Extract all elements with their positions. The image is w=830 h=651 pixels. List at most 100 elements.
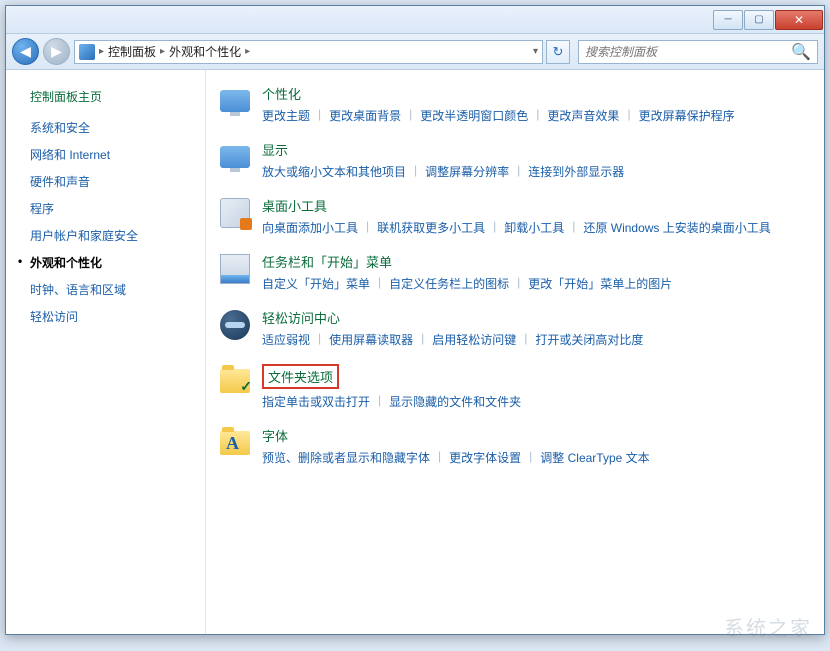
separator: | xyxy=(572,219,575,236)
separator: | xyxy=(378,393,381,410)
category-title[interactable]: 轻松访问中心 xyxy=(262,308,824,327)
separator: | xyxy=(318,107,321,124)
category-icon xyxy=(218,84,252,118)
category-body: 字体预览、删除或者显示和隐藏字体|更改字体设置|调整 ClearType 文本 xyxy=(262,426,824,466)
separator: | xyxy=(409,107,412,124)
category-link[interactable]: 还原 Windows 上安装的桌面小工具 xyxy=(583,219,770,236)
sidebar-home[interactable]: 控制面板主页 xyxy=(30,88,205,105)
category-links: 更改主题|更改桌面背景|更改半透明窗口颜色|更改声音效果|更改屏幕保护程序 xyxy=(262,107,824,124)
category-links: 放大或缩小文本和其他项目|调整屏幕分辨率|连接到外部显示器 xyxy=(262,163,824,180)
sidebar-item-1[interactable]: 网络和 Internet xyxy=(30,146,205,163)
separator: | xyxy=(517,275,520,292)
sidebar-item-0[interactable]: 系统和安全 xyxy=(30,119,205,136)
category-link[interactable]: 更改字体设置 xyxy=(449,449,521,466)
minimize-button[interactable]: ─ xyxy=(713,10,743,30)
category-icon xyxy=(218,140,252,174)
separator: | xyxy=(627,107,630,124)
category-link[interactable]: 自定义「开始」菜单 xyxy=(262,275,370,292)
category-link[interactable]: 打开或关闭高对比度 xyxy=(535,331,643,348)
titlebar: ─ ▢ ✕ xyxy=(6,6,824,34)
category-body: 任务栏和「开始」菜单自定义「开始」菜单 | 自定义任务栏上的图标 | 更改「开始」菜单上… xyxy=(262,252,824,292)
category-link[interactable]: 更改主题 xyxy=(262,107,310,124)
category-icon xyxy=(218,252,252,286)
address-bar[interactable]: ▸ 控制面板 ▸ 外观和个性化 ▸ ▾ xyxy=(74,40,543,64)
category-link[interactable]: 连接到外部显示器 xyxy=(528,163,624,180)
category-body: 显示放大或缩小文本和其他项目|调整屏幕分辨率|连接到外部显示器 xyxy=(262,140,824,180)
sidebar-item-4[interactable]: 用户帐户和家庭安全 xyxy=(30,227,205,244)
font-folder-icon xyxy=(220,431,250,455)
category-body: 桌面小工具向桌面添加小工具|联机获取更多小工具|卸载小工具|还原 Windows… xyxy=(262,196,824,236)
separator: | xyxy=(414,163,417,180)
close-button[interactable]: ✕ xyxy=(775,10,823,30)
category-link[interactable]: 启用轻松访问键 xyxy=(432,331,516,348)
separator: | xyxy=(493,219,496,236)
category-link[interactable]: 更改半透明窗口颜色 xyxy=(420,107,528,124)
search-bar[interactable]: 🔍 xyxy=(578,40,818,64)
category-link[interactable]: 更改桌面背景 xyxy=(329,107,401,124)
separator: | xyxy=(529,449,532,466)
category-links: 指定单击或双击打开 | 显示隐藏的文件和文件夹 xyxy=(262,393,824,410)
category-link[interactable]: 更改屏幕保护程序 xyxy=(639,107,735,124)
breadcrumb-current[interactable]: 外观和个性化 xyxy=(169,43,241,60)
taskbar-icon xyxy=(220,254,250,284)
separator: | xyxy=(421,331,424,348)
category-link[interactable]: 适应弱视 xyxy=(262,331,310,348)
category-link[interactable]: 放大或缩小文本和其他项目 xyxy=(262,163,406,180)
category-icon xyxy=(218,196,252,230)
category-5: 文件夹选项指定单击或双击打开 | 显示隐藏的文件和文件夹 xyxy=(218,364,824,410)
maximize-button[interactable]: ▢ xyxy=(744,10,774,30)
forward-button[interactable]: ▶ xyxy=(43,38,70,65)
separator: | xyxy=(524,331,527,348)
category-links: 自定义「开始」菜单 | 自定义任务栏上的图标 | 更改「开始」菜单上的图片 xyxy=(262,275,824,292)
sidebar-item-6[interactable]: 时钟、语言和区域 xyxy=(30,281,205,298)
category-6: 字体预览、删除或者显示和隐藏字体|更改字体设置|调整 ClearType 文本 xyxy=(218,426,824,466)
category-1: 显示放大或缩小文本和其他项目|调整屏幕分辨率|连接到外部显示器 xyxy=(218,140,824,180)
category-link[interactable]: 更改声音效果 xyxy=(547,107,619,124)
category-title[interactable]: 任务栏和「开始」菜单 xyxy=(262,252,824,271)
category-link[interactable]: 预览、删除或者显示和隐藏字体 xyxy=(262,449,430,466)
category-title[interactable]: 个性化 xyxy=(262,84,824,103)
chevron-icon: ▸ xyxy=(160,46,165,57)
breadcrumb-root[interactable]: 控制面板 xyxy=(108,43,156,60)
category-icon xyxy=(218,308,252,342)
category-title[interactable]: 桌面小工具 xyxy=(262,196,824,215)
sidebar: 控制面板主页 系统和安全网络和 Internet 硬件和声音程序用户帐户和家庭安全… xyxy=(6,70,206,634)
chevron-icon: ▸ xyxy=(245,46,250,57)
category-link[interactable]: 自定义任务栏上的图标 xyxy=(389,275,509,292)
control-panel-icon xyxy=(79,44,95,60)
back-button[interactable]: ◀ xyxy=(12,38,39,65)
category-link[interactable]: 指定单击或双击打开 xyxy=(262,393,370,410)
content-area: 控制面板主页 系统和安全网络和 Internet 硬件和声音程序用户帐户和家庭安全… xyxy=(6,70,824,634)
sidebar-item-7[interactable]: 轻松访问 xyxy=(30,308,205,325)
gadget-icon xyxy=(220,198,250,228)
category-link[interactable]: 联机获取更多小工具 xyxy=(377,219,485,236)
category-link[interactable]: 向桌面添加小工具 xyxy=(262,219,358,236)
category-title[interactable]: 字体 xyxy=(262,426,824,445)
sidebar-item-3[interactable]: 程序 xyxy=(30,200,205,217)
separator: | xyxy=(378,275,381,292)
sidebar-item-5[interactable]: 外观和个性化 xyxy=(30,254,205,271)
category-title[interactable]: 显示 xyxy=(262,140,824,159)
category-link[interactable]: 卸载小工具 xyxy=(504,219,564,236)
search-icon[interactable]: 🔍 xyxy=(791,42,811,62)
folder-options-icon xyxy=(220,369,250,393)
category-icon xyxy=(218,426,252,460)
category-body: 个性化更改主题|更改桌面背景|更改半透明窗口颜色|更改声音效果|更改屏幕保护程序 xyxy=(262,84,824,124)
category-link[interactable]: 更改「开始」菜单上的图片 xyxy=(528,275,672,292)
ease-of-access-icon xyxy=(220,310,250,340)
category-link[interactable]: 调整 ClearType 文本 xyxy=(540,449,649,466)
sidebar-item-2[interactable]: 硬件和声音 xyxy=(30,173,205,190)
search-input[interactable] xyxy=(585,45,791,59)
category-links: 适应弱视 | 使用屏幕读取器 | 启用轻松访问键 | 打开或关闭高对比度 xyxy=(262,331,824,348)
category-title[interactable]: 文件夹选项 xyxy=(262,364,824,393)
category-link[interactable]: 调整屏幕分辨率 xyxy=(425,163,509,180)
separator: | xyxy=(318,331,321,348)
category-link[interactable]: 显示隐藏的文件和文件夹 xyxy=(389,393,521,410)
category-2: 桌面小工具向桌面添加小工具|联机获取更多小工具|卸载小工具|还原 Windows… xyxy=(218,196,824,236)
refresh-button[interactable]: ↻ xyxy=(546,40,570,64)
dropdown-icon[interactable]: ▾ xyxy=(533,46,538,57)
main-panel: 个性化更改主题 | 更改桌面背景 | 更改半透明窗口颜色 | 更改声音效果 | 更改屏幕保护程序… xyxy=(206,70,824,634)
category-link[interactable]: 使用屏幕读取器 xyxy=(329,331,413,348)
category-body: 轻松访问中心适应弱视 | 使用屏幕读取器 | 启用轻松访问键 | 打开或关闭高对比度 xyxy=(262,308,824,348)
category-icon xyxy=(218,364,252,398)
